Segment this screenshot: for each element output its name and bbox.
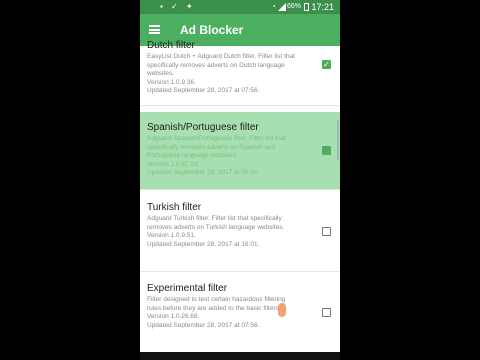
- filter-checkbox[interactable]: [322, 227, 331, 236]
- battery-icon: [304, 3, 309, 11]
- notification-icons: ▪ ✓ ✦: [160, 2, 196, 11]
- filter-name: Spanish/Portuguese filter: [147, 122, 259, 133]
- filter-list[interactable]: Dutch filter EasyList Dutch + Adguard Du…: [140, 40, 340, 360]
- phone-screen: ▪ ✓ ✦ ◔ 66% 17:21 Ad Blocker Dutch filte…: [140, 0, 340, 360]
- touch-indicator: [278, 303, 286, 317]
- filter-updated: Updated September 28, 2017 at 07:56.: [147, 321, 260, 329]
- filter-version: Version 1.0.9.51.: [147, 232, 196, 239]
- filter-description: EasyList Dutch + Adguard Dutch filter. F…: [147, 53, 295, 77]
- filter-updated: Updated September 28, 2017 at 16:01.: [147, 240, 260, 248]
- filter-item-spanish-portuguese[interactable]: Spanish/Portuguese filter Adguard Spanis…: [140, 112, 340, 190]
- filter-description: Adguard Spanish/Portuguese filter. Filte…: [147, 135, 287, 159]
- status-time: 17:21: [311, 2, 334, 12]
- wifi-icon: ◔: [271, 2, 276, 11]
- scrollbar-thumb[interactable]: [337, 120, 339, 160]
- signal-icon: [278, 3, 286, 11]
- filter-checkbox[interactable]: ✓: [322, 60, 331, 69]
- filter-version: Version 1.0.9.36.: [147, 78, 196, 86]
- menu-icon[interactable]: [149, 25, 160, 34]
- filter-name: Experimental filter: [147, 283, 228, 294]
- filter-name: Dutch filter: [147, 40, 195, 51]
- filter-version: Version 1.0.87.23.: [147, 160, 200, 168]
- nav-bar: [140, 352, 340, 360]
- filter-checkbox[interactable]: [322, 308, 331, 317]
- battery-percent: 66%: [286, 3, 301, 10]
- status-bar: ▪ ✓ ✦ ◔ 66% 17:21: [140, 0, 340, 14]
- filter-version: Version 1.0.26.68.: [147, 313, 200, 320]
- filter-item-dutch[interactable]: Dutch filter EasyList Dutch + Adguard Du…: [140, 40, 340, 106]
- filter-item-turkish[interactable]: Turkish filter Adguard Turkish filter. F…: [140, 192, 340, 272]
- filter-checkbox[interactable]: [322, 146, 331, 155]
- filter-updated: Updated September 29, 2017 at 00:00.: [147, 169, 260, 176]
- filter-updated: Updated September 28, 2017 at 07:56.: [147, 87, 260, 94]
- page-title: Ad Blocker: [180, 23, 244, 37]
- filter-description: Filter designed to test certain hazardou…: [147, 296, 286, 312]
- filter-item-experimental[interactable]: Experimental filter Filter designed to t…: [140, 273, 340, 353]
- filter-name: Turkish filter: [147, 202, 202, 213]
- filter-description: Adguard Turkish filter. Filter list that…: [147, 215, 285, 231]
